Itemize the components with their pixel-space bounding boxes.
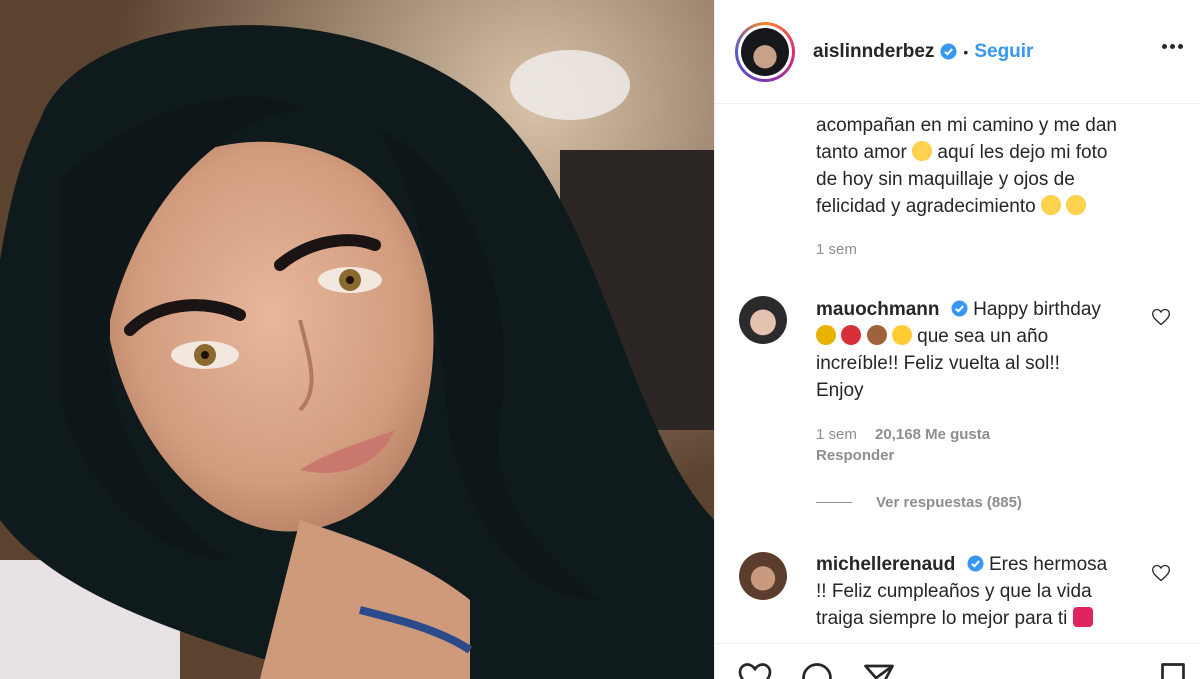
post-caption: acompañan en mi camino y me dan tanto am… <box>816 112 1156 220</box>
comment-meta: 1 sem 20,168 Me gusta <box>816 426 990 443</box>
tears-of-joy-emoji-icon <box>1040 195 1061 215</box>
view-replies-button[interactable]: Ver respuestas (885) <box>816 494 1022 511</box>
heart-eyes-emoji-icon <box>912 141 933 161</box>
verified-badge-icon <box>940 43 957 60</box>
red-heart-emoji-icon <box>1072 607 1093 627</box>
caption-line: felicidad y agradecimiento <box>816 193 1156 220</box>
comment-text: que sea un año <box>917 326 1049 347</box>
comment-username[interactable]: mauochmann <box>816 299 940 320</box>
bookmark-icon[interactable] <box>1155 660 1191 679</box>
comment-text: Enjoy <box>816 380 864 401</box>
heart-eyes-emoji-icon <box>1066 195 1087 215</box>
caption-text: aquí les dejo mi foto <box>937 142 1108 163</box>
balloon-emoji-icon <box>841 325 862 345</box>
replies-divider <box>816 502 852 503</box>
reply-button[interactable]: Responder <box>816 447 894 464</box>
verified-badge-icon <box>951 300 968 317</box>
post-side-panel: aislinnderbez • Seguir acompañan en mi c… <box>714 0 1200 679</box>
comment-avatar[interactable] <box>739 552 787 600</box>
comment-icon[interactable] <box>799 660 835 679</box>
comment-likes[interactable]: 20,168 Me gusta <box>875 426 990 443</box>
partying-face-emoji-icon <box>891 325 912 345</box>
cake-emoji-icon <box>866 325 887 345</box>
comment: mauochmann Happy birthday que sea un año… <box>816 296 1146 404</box>
like-heart-icon[interactable] <box>737 660 773 679</box>
post-header: aislinnderbez • Seguir <box>715 0 1200 104</box>
header-separator: • <box>963 43 969 60</box>
post-photo[interactable] <box>0 0 714 679</box>
share-icon[interactable] <box>861 660 897 679</box>
more-options-icon[interactable] <box>1162 44 1183 49</box>
caption-line: de hoy sin maquillaje y ojos de <box>816 169 1075 190</box>
caption-line: acompañan en mi camino y me dan <box>816 115 1117 136</box>
comment-text: Happy birthday <box>973 299 1101 320</box>
action-bar <box>715 643 1200 679</box>
comment-text: increíble!! Feliz vuelta al sol!! <box>816 353 1060 374</box>
verified-badge-icon <box>967 555 984 572</box>
heart-icon[interactable] <box>1151 563 1171 583</box>
comment: michellerenaud Eres hermosa !! Feliz cum… <box>816 551 1146 632</box>
party-emoji-icon <box>816 325 836 345</box>
comment-username[interactable]: michellerenaud <box>816 554 955 575</box>
heart-icon[interactable] <box>1151 307 1171 327</box>
view-replies-label: Ver respuestas (885) <box>876 494 1022 511</box>
caption-timestamp[interactable]: 1 sem <box>816 241 857 258</box>
comment-text: Eres hermosa <box>988 554 1108 575</box>
author-username[interactable]: aislinnderbez <box>813 41 934 63</box>
avatar-image <box>741 27 789 76</box>
portrait-illustration <box>0 0 714 679</box>
comment-timestamp[interactable]: 1 sem <box>816 426 857 443</box>
author-avatar[interactable] <box>735 21 795 82</box>
follow-button[interactable]: Seguir <box>974 41 1033 63</box>
avatar-inner <box>738 24 792 79</box>
caption-text: tanto amor <box>816 142 907 163</box>
caption-text: felicidad y agradecimiento <box>816 196 1036 217</box>
caption-line: tanto amor aquí les dejo mi foto <box>816 139 1156 166</box>
comment-text: !! Feliz cumpleaños y que la vida <box>816 581 1092 602</box>
comment-text: traiga siempre lo mejor para ti <box>816 608 1068 629</box>
comment-avatar[interactable] <box>739 296 787 344</box>
